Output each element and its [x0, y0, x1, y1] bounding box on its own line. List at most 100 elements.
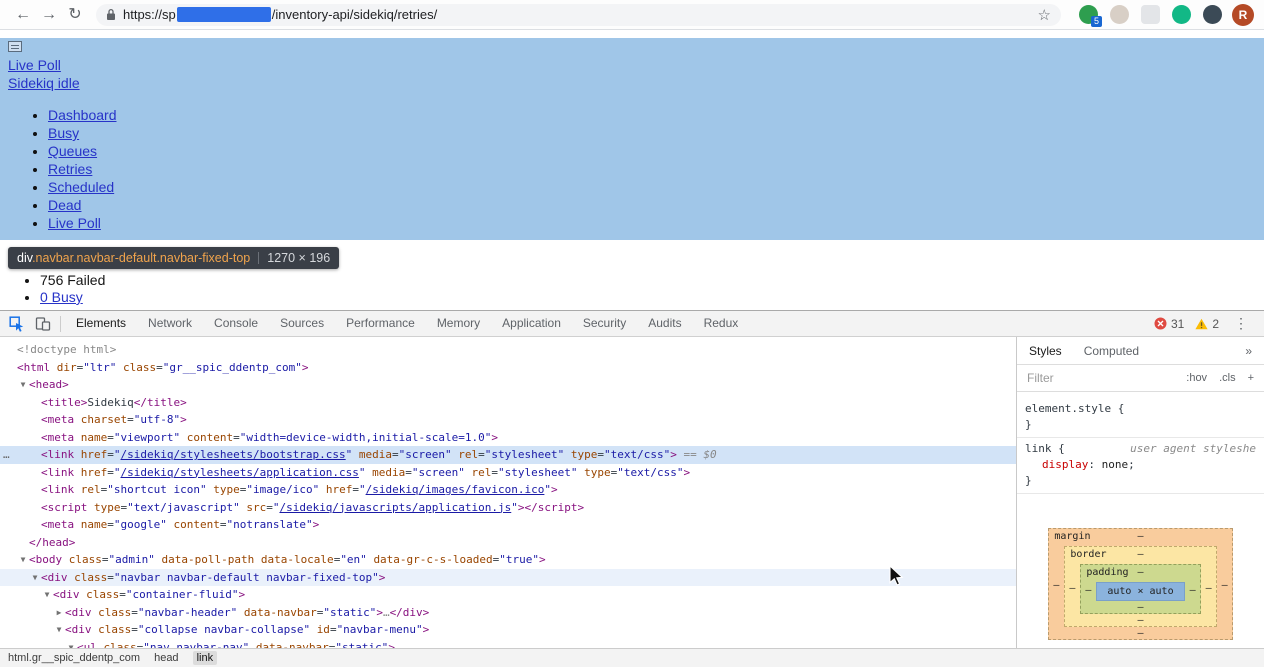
expand-arrow[interactable]: ▼	[41, 586, 53, 604]
code-segment: =	[107, 466, 114, 479]
dom-tree-row[interactable]: <meta name="google" content="notranslate…	[0, 516, 1016, 534]
extension-icon-3[interactable]	[1141, 5, 1160, 24]
box-model-margin[interactable]: margin – – – – border – – – – padding	[1048, 528, 1232, 640]
dom-tree-row[interactable]: ▼<div class="collapse navbar-collapse" i…	[0, 621, 1016, 639]
inspect-tooltip: div.navbar.navbar-default.navbar-fixed-t…	[8, 247, 339, 269]
inspect-element-icon[interactable]	[4, 311, 30, 336]
styles-rules: element.style { } link { user agent styl…	[1017, 392, 1264, 494]
devtools-tab-network[interactable]: Network	[137, 311, 203, 336]
devtools-tab-application[interactable]: Application	[491, 311, 572, 336]
devtools-tab-security[interactable]: Security	[572, 311, 637, 336]
code-segment: <link	[41, 466, 74, 479]
expand-arrow[interactable]: ▼	[17, 551, 29, 569]
reload-icon[interactable]: ↻	[62, 0, 88, 30]
device-toolbar-icon[interactable]	[30, 311, 56, 336]
expand-arrow[interactable]: ▼	[65, 639, 77, 649]
forward-icon[interactable]: →	[36, 0, 62, 30]
console-error-count[interactable]: 31	[1154, 317, 1184, 331]
row-actions-ellipsis[interactable]: …	[3, 446, 11, 464]
nav-link-scheduled[interactable]: Scheduled	[48, 179, 114, 195]
code-segment: "notranslate"	[226, 518, 312, 531]
nav-link-queues[interactable]: Queues	[48, 143, 97, 159]
extension-icon-5[interactable]	[1203, 5, 1222, 24]
tooltip-dimensions: 1270 × 196	[267, 251, 330, 265]
dom-tree-row[interactable]: ▼<div class="container-fluid">	[0, 586, 1016, 604]
hamburger-icon[interactable]	[8, 41, 22, 52]
box-model-padding[interactable]: padding – – – – auto × auto	[1080, 564, 1200, 614]
box-model-section: margin – – – – border – – – – padding	[1017, 528, 1264, 648]
tab-computed[interactable]: Computed	[1084, 344, 1139, 358]
nav-link-retries[interactable]: Retries	[48, 161, 92, 177]
devtools-tab-sources[interactable]: Sources	[269, 311, 335, 336]
dom-tree-row[interactable]: <link href="/sidekiq/stylesheets/applica…	[0, 464, 1016, 482]
dom-tree-row[interactable]: <html dir="ltr" class="gr__spic_ddentp_c…	[0, 359, 1016, 377]
new-style-rule-button[interactable]: +	[1248, 372, 1254, 384]
box-model-content[interactable]: auto × auto	[1096, 582, 1184, 601]
expand-arrow[interactable]: ▼	[53, 621, 65, 639]
code-segment: </title>	[134, 396, 187, 409]
stat-0-busy[interactable]: 0 Busy	[40, 289, 83, 305]
breadcrumb-item-head[interactable]: head	[154, 652, 178, 664]
devtools-tab-redux[interactable]: Redux	[693, 311, 750, 336]
code-segment: …	[383, 606, 390, 619]
dom-tree-row[interactable]: ▼<head>	[0, 376, 1016, 394]
dom-tree-row[interactable]: </head>	[0, 534, 1016, 552]
breadcrumb-item-html-gr-spic-ddentp-com[interactable]: html.gr__spic_ddentp_com	[8, 652, 140, 664]
dom-tree-row[interactable]: ▼<body class="admin" data-poll-path data…	[0, 551, 1016, 569]
link-live-poll-top[interactable]: Live Poll	[8, 57, 61, 73]
more-panels-icon[interactable]: »	[1245, 344, 1252, 358]
extension-icon-4[interactable]	[1172, 5, 1191, 24]
expand-arrow[interactable]: ▼	[17, 376, 29, 394]
address-bar[interactable]: https://sp /inventory-api/sidekiq/retrie…	[96, 4, 1061, 26]
extension-icon-1[interactable]: 5	[1079, 5, 1098, 24]
link-sidekiq-idle[interactable]: Sidekiq idle	[8, 75, 80, 91]
devtools-tab-console[interactable]: Console	[203, 311, 269, 336]
dom-tree-row[interactable]: <meta charset="utf-8">	[0, 411, 1016, 429]
nav-link-dead[interactable]: Dead	[48, 197, 81, 213]
devtools-menu-icon[interactable]: ⋮	[1230, 315, 1252, 332]
code-segment: href	[81, 448, 108, 461]
breadcrumb-item-link[interactable]: link	[193, 651, 218, 665]
bookmark-star-icon[interactable]: ☆	[1038, 6, 1051, 24]
expand-arrow[interactable]: ▶	[53, 604, 65, 622]
styles-filter-input[interactable]	[1027, 371, 1137, 385]
code-segment: <meta	[41, 431, 74, 444]
devtools-tab-performance[interactable]: Performance	[335, 311, 426, 336]
stat-item: 756 Failed	[40, 272, 105, 289]
tab-styles[interactable]: Styles	[1029, 344, 1062, 358]
style-rule-element-style[interactable]: element.style { }	[1017, 398, 1264, 438]
nav-link-live-poll[interactable]: Live Poll	[48, 215, 101, 231]
dom-tree-row[interactable]: ▼<div class="navbar navbar-default navba…	[0, 569, 1016, 587]
dom-tree-row[interactable]: <meta name="viewport" content="width=dev…	[0, 429, 1016, 447]
dom-tree-row[interactable]: ▶<div class="navbar-header" data-navbar=…	[0, 604, 1016, 622]
dom-tree-row[interactable]: <script type="text/javascript" src="/sid…	[0, 499, 1016, 517]
dom-tree-row[interactable]: ▼<ul class="nav navbar-nav" data-navbar=…	[0, 639, 1016, 649]
back-icon[interactable]: ←	[10, 0, 36, 30]
devtools-tab-memory[interactable]: Memory	[426, 311, 491, 336]
expand-arrow[interactable]: ▼	[29, 569, 41, 587]
element-classes-button[interactable]: .cls	[1219, 372, 1236, 384]
devtools-panel: ElementsNetworkConsoleSourcesPerformance…	[0, 310, 1264, 667]
code-segment: "width=device-width,initial-scale=1.0"	[240, 431, 492, 444]
style-declaration[interactable]: display: none;	[1025, 457, 1256, 473]
code-segment: data-locale	[261, 553, 334, 566]
extension-icon-2[interactable]	[1110, 5, 1129, 24]
profile-avatar[interactable]: R	[1232, 4, 1254, 26]
code-segment: <link	[41, 483, 74, 496]
code-segment	[97, 641, 104, 649]
devtools-tab-elements[interactable]: Elements	[65, 311, 137, 336]
devtools-tab-audits[interactable]: Audits	[637, 311, 692, 336]
dom-tree-row[interactable]: …<link href="/sidekiq/stylesheets/bootst…	[0, 446, 1016, 464]
code-segment: >	[684, 466, 691, 479]
pseudo-state-button[interactable]: :hov	[1186, 372, 1207, 384]
nav-link-busy[interactable]: Busy	[48, 125, 79, 141]
style-rule-link[interactable]: link { user agent styleshe display: none…	[1017, 438, 1264, 494]
console-warning-count[interactable]: 2	[1195, 317, 1219, 331]
nav-link-dashboard[interactable]: Dashboard	[48, 107, 117, 123]
box-model-border[interactable]: border – – – – padding – – – – au	[1064, 546, 1216, 627]
dom-tree-row[interactable]: <link rel="shortcut icon" type="image/ic…	[0, 481, 1016, 499]
code-segment: "stylesheet"	[498, 466, 577, 479]
dom-tree-row[interactable]: <!doctype html>	[0, 341, 1016, 359]
dom-tree-row[interactable]: <title>Sidekiq</title>	[0, 394, 1016, 412]
code-segment	[254, 553, 261, 566]
